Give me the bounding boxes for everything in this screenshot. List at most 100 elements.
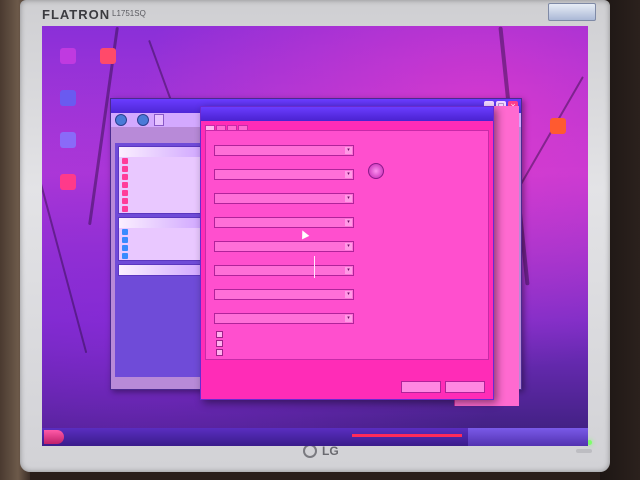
chevron-down-icon: ▾ (345, 147, 352, 154)
chevron-down-icon: ▾ (345, 171, 352, 178)
chevron-down-icon: ▾ (345, 243, 352, 250)
dialog-panel: ▾ ▾ ▾ ▾ ▾ ▾ ▾ ▾ (205, 130, 489, 360)
info-icon (368, 163, 384, 179)
chevron-down-icon: ▾ (345, 219, 352, 226)
internet-icon (60, 174, 76, 190)
field-label (214, 137, 354, 145)
taskpane-section (118, 146, 204, 214)
desktop-icon-documents[interactable] (88, 48, 128, 66)
fullscreen-checkbox-row[interactable] (216, 331, 416, 338)
place-icon (122, 245, 128, 251)
monitor-screen: – □ × (42, 26, 588, 446)
chevron-down-icon: ▾ (345, 267, 352, 274)
max-shader-version-select[interactable]: ▾ (214, 217, 354, 228)
chevron-down-icon: ▾ (345, 315, 352, 322)
antialiasing-field: ▾ (214, 281, 354, 300)
taskpane-section (118, 217, 204, 261)
recycle-bin-icon (60, 132, 76, 148)
taskbar (42, 428, 588, 446)
shader-version-select[interactable]: ▾ (214, 193, 354, 204)
field-label (214, 209, 354, 217)
desktop-icon-network[interactable] (48, 90, 88, 108)
field-label (214, 233, 354, 241)
explorer-taskpane (115, 143, 207, 377)
render-system-field: ▾ (214, 137, 354, 156)
place-icon (122, 253, 128, 259)
taskpane-section (118, 264, 204, 276)
os-badge (548, 3, 596, 21)
system-tray[interactable] (468, 428, 588, 446)
task-icon (122, 190, 128, 196)
texture-settings-select[interactable]: ▾ (214, 241, 354, 252)
taskpane-header[interactable] (119, 218, 203, 228)
video-mode-select[interactable]: ▾ (214, 313, 354, 324)
task-icon (122, 166, 128, 172)
field-label (214, 161, 354, 169)
dialog-buttons (401, 381, 485, 393)
desktop-icon-program[interactable] (538, 118, 578, 136)
monitor-model: L1751SQ (112, 9, 146, 18)
video-mode-field: ▾ (214, 305, 354, 324)
taskbar-window-strip[interactable] (352, 434, 462, 437)
taskpane-header[interactable] (119, 265, 203, 275)
cancel-button[interactable] (445, 381, 485, 393)
max-shader-version-field: ▾ (214, 209, 354, 228)
taskpane-item[interactable] (119, 165, 203, 173)
task-icon (122, 182, 128, 188)
taskpane-item[interactable] (119, 189, 203, 197)
place-icon (122, 229, 128, 235)
dialog-titlebar[interactable] (201, 107, 493, 121)
taskpane-item[interactable] (119, 197, 203, 205)
texture-settings-field: ▾ (214, 233, 354, 252)
taskpane-item[interactable] (119, 228, 203, 236)
checkbox[interactable] (216, 331, 223, 338)
desktop-icon-recycle-bin[interactable] (48, 132, 88, 150)
chevron-down-icon: ▾ (345, 195, 352, 202)
text-cursor (314, 256, 315, 278)
documents-icon (100, 48, 116, 64)
lg-logo-text: LG (322, 444, 339, 458)
lg-mark-icon (303, 444, 317, 458)
chevron-down-icon: ▾ (345, 291, 352, 298)
field-label (214, 185, 354, 193)
field-label (214, 281, 354, 289)
ok-button[interactable] (401, 381, 441, 393)
back-icon[interactable] (115, 114, 127, 126)
taskpane-item[interactable] (119, 252, 203, 260)
address-button[interactable] (154, 114, 164, 126)
network-icon (60, 90, 76, 106)
resources-checkbox-row[interactable] (216, 349, 416, 356)
dialog-tabs (201, 121, 493, 130)
antialiasing-select[interactable]: ▾ (214, 289, 354, 300)
computer-icon (60, 48, 76, 64)
place-icon (122, 237, 128, 243)
shader-version-field: ▾ (214, 185, 354, 204)
task-icon (122, 158, 128, 164)
filtering-select[interactable]: ▾ (214, 265, 354, 276)
checkbox[interactable] (216, 340, 223, 347)
task-icon (122, 206, 128, 212)
render-system-select[interactable]: ▾ (214, 145, 354, 156)
vsync-checkbox-row[interactable] (216, 340, 416, 347)
start-button[interactable] (44, 430, 64, 444)
rendering-device-field: ▾ (214, 161, 354, 180)
taskpane-item[interactable] (119, 205, 203, 213)
taskpane-header[interactable] (119, 147, 203, 157)
desktop-icon-computer[interactable] (48, 48, 88, 66)
taskpane-item[interactable] (119, 157, 203, 165)
field-label (214, 257, 354, 265)
taskpane-item[interactable] (119, 181, 203, 189)
task-icon (122, 198, 128, 204)
checkbox[interactable] (216, 349, 223, 356)
desktop-icon-internet[interactable] (48, 174, 88, 192)
taskpane-item[interactable] (119, 236, 203, 244)
taskpane-item[interactable] (119, 244, 203, 252)
lg-logo: LG (303, 444, 339, 458)
filtering-field: ▾ (214, 257, 354, 276)
rendering-device-select[interactable]: ▾ (214, 169, 354, 180)
wallpaper-branch (42, 178, 88, 354)
power-button[interactable] (576, 449, 592, 453)
forward-icon[interactable] (137, 114, 149, 126)
taskpane-item[interactable] (119, 173, 203, 181)
engine-config-dialog: ▾ ▾ ▾ ▾ ▾ ▾ ▾ ▾ (200, 106, 494, 400)
